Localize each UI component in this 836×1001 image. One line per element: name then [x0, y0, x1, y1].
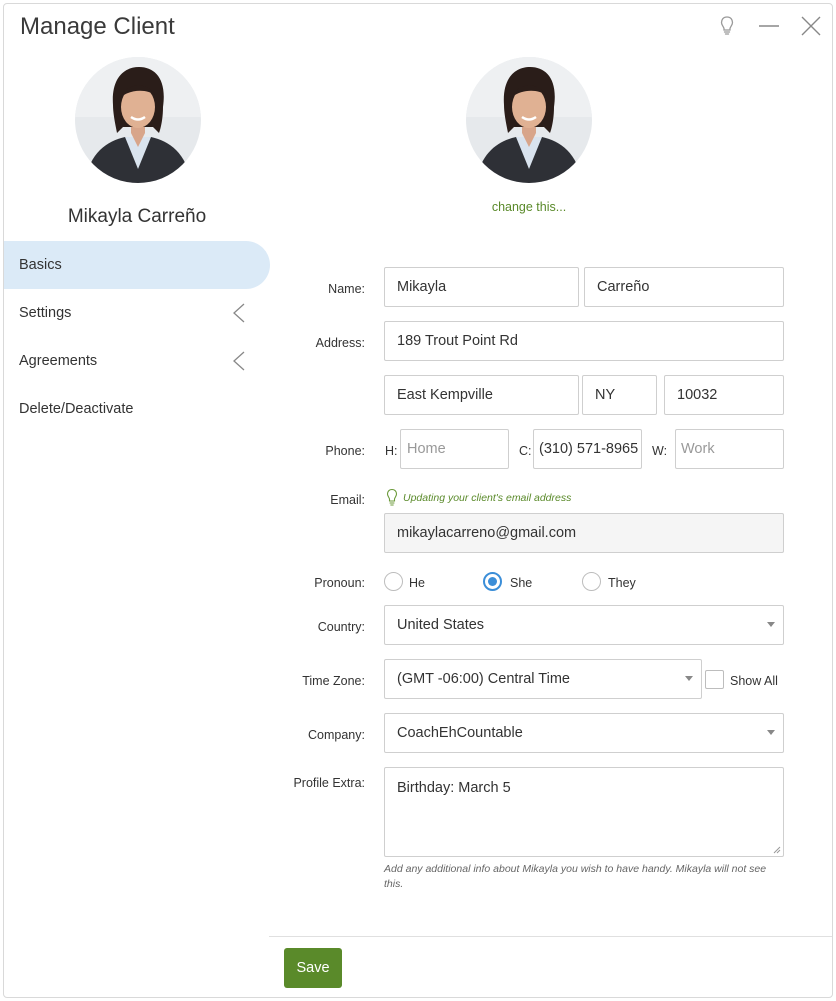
sidebar-item-agreements[interactable]: Agreements — [4, 337, 270, 385]
caret-down-icon — [685, 676, 693, 681]
profile-extra-value: Birthday: March 5 — [397, 780, 511, 796]
company-select[interactable]: CoachEhCountable — [384, 713, 784, 753]
first-name-input[interactable]: Mikayla — [384, 267, 579, 307]
work-phone-input[interactable]: Work — [675, 429, 784, 469]
pronoun-she-label: She — [510, 576, 533, 590]
sidebar-item-label: Basics — [19, 257, 62, 273]
country-select[interactable]: United States — [384, 605, 784, 645]
time-zone-select[interactable]: (GMT -06:00) Central Time — [384, 659, 702, 699]
pronoun-label: Pronoun: — [314, 576, 365, 590]
phone-label: Phone: — [325, 444, 365, 458]
lightbulb-icon — [384, 488, 400, 508]
sidebar-item-delete-deactivate[interactable]: Delete/Deactivate — [4, 385, 270, 433]
work-phone-prefix: W: — [652, 444, 668, 458]
show-all-label: Show All — [730, 674, 778, 688]
pronoun-they-label: They — [608, 576, 636, 590]
change-photo-link[interactable]: change this... — [434, 200, 624, 214]
address-label: Address: — [315, 336, 365, 350]
company-value: CoachEhCountable — [397, 725, 523, 741]
show-all-checkbox[interactable] — [705, 670, 724, 689]
profile-extra-textarea[interactable]: Birthday: March 5 — [384, 767, 784, 857]
save-button[interactable]: Save — [284, 948, 342, 988]
profile-extra-label: Profile Extra: — [293, 776, 365, 790]
pronoun-he-radio[interactable] — [384, 572, 403, 591]
email-label: Email: — [330, 493, 365, 507]
profile-photo[interactable] — [466, 57, 592, 183]
resize-grip-icon[interactable] — [773, 846, 781, 854]
state-input[interactable]: NY — [582, 375, 657, 415]
sidebar-item-basics[interactable]: Basics — [4, 241, 270, 289]
zip-input[interactable]: 10032 — [664, 375, 784, 415]
lightbulb-icon[interactable] — [715, 14, 739, 38]
caret-down-icon — [767, 622, 775, 627]
caret-down-icon — [767, 730, 775, 735]
chevron-left-icon — [232, 302, 246, 324]
manage-client-dialog: Manage Client Mikayla Carreño Basics Set… — [3, 3, 833, 998]
home-phone-prefix: H: — [385, 444, 398, 458]
name-label: Name: — [328, 282, 365, 296]
email-hint-text: Updating your client's email address — [403, 492, 572, 504]
country-value: United States — [397, 617, 485, 633]
city-input[interactable]: East Kempville — [384, 375, 579, 415]
chevron-left-icon — [232, 350, 246, 372]
company-label: Company: — [308, 728, 365, 742]
country-label: Country: — [317, 620, 365, 634]
sidebar-item-label: Agreements — [19, 353, 98, 369]
time-zone-label: Time Zone: — [302, 674, 365, 688]
client-avatar — [75, 57, 201, 183]
cell-phone-prefix: C: — [519, 444, 532, 458]
close-icon[interactable] — [799, 14, 823, 38]
pronoun-they-radio[interactable] — [582, 572, 601, 591]
footer-divider — [269, 936, 832, 937]
sidebar-item-label: Settings — [19, 305, 72, 321]
home-phone-input[interactable]: Home — [400, 429, 509, 469]
sidebar-nav: Basics Settings Agreements Delete/Deacti… — [4, 241, 270, 433]
last-name-input[interactable]: Carreño — [584, 267, 784, 307]
pronoun-he-label: He — [409, 576, 425, 590]
dialog-title: Manage Client — [20, 13, 175, 40]
pronoun-she-radio[interactable] — [483, 572, 502, 591]
email-input[interactable]: mikaylacarreno@gmail.com — [384, 513, 784, 553]
sidebar-item-settings[interactable]: Settings — [4, 289, 270, 337]
email-hint[interactable]: Updating your client's email address — [384, 488, 571, 508]
time-zone-value: (GMT -06:00) Central Time — [397, 671, 570, 687]
sidebar-item-label: Delete/Deactivate — [19, 401, 134, 417]
client-name: Mikayla Carreño — [67, 206, 207, 227]
profile-extra-help: Add any additional info about Mikayla yo… — [384, 863, 767, 890]
cell-phone-input[interactable]: (310) 571-8965 — [533, 429, 642, 469]
minimize-icon[interactable] — [757, 14, 781, 38]
street-input[interactable]: 189 Trout Point Rd — [384, 321, 784, 361]
